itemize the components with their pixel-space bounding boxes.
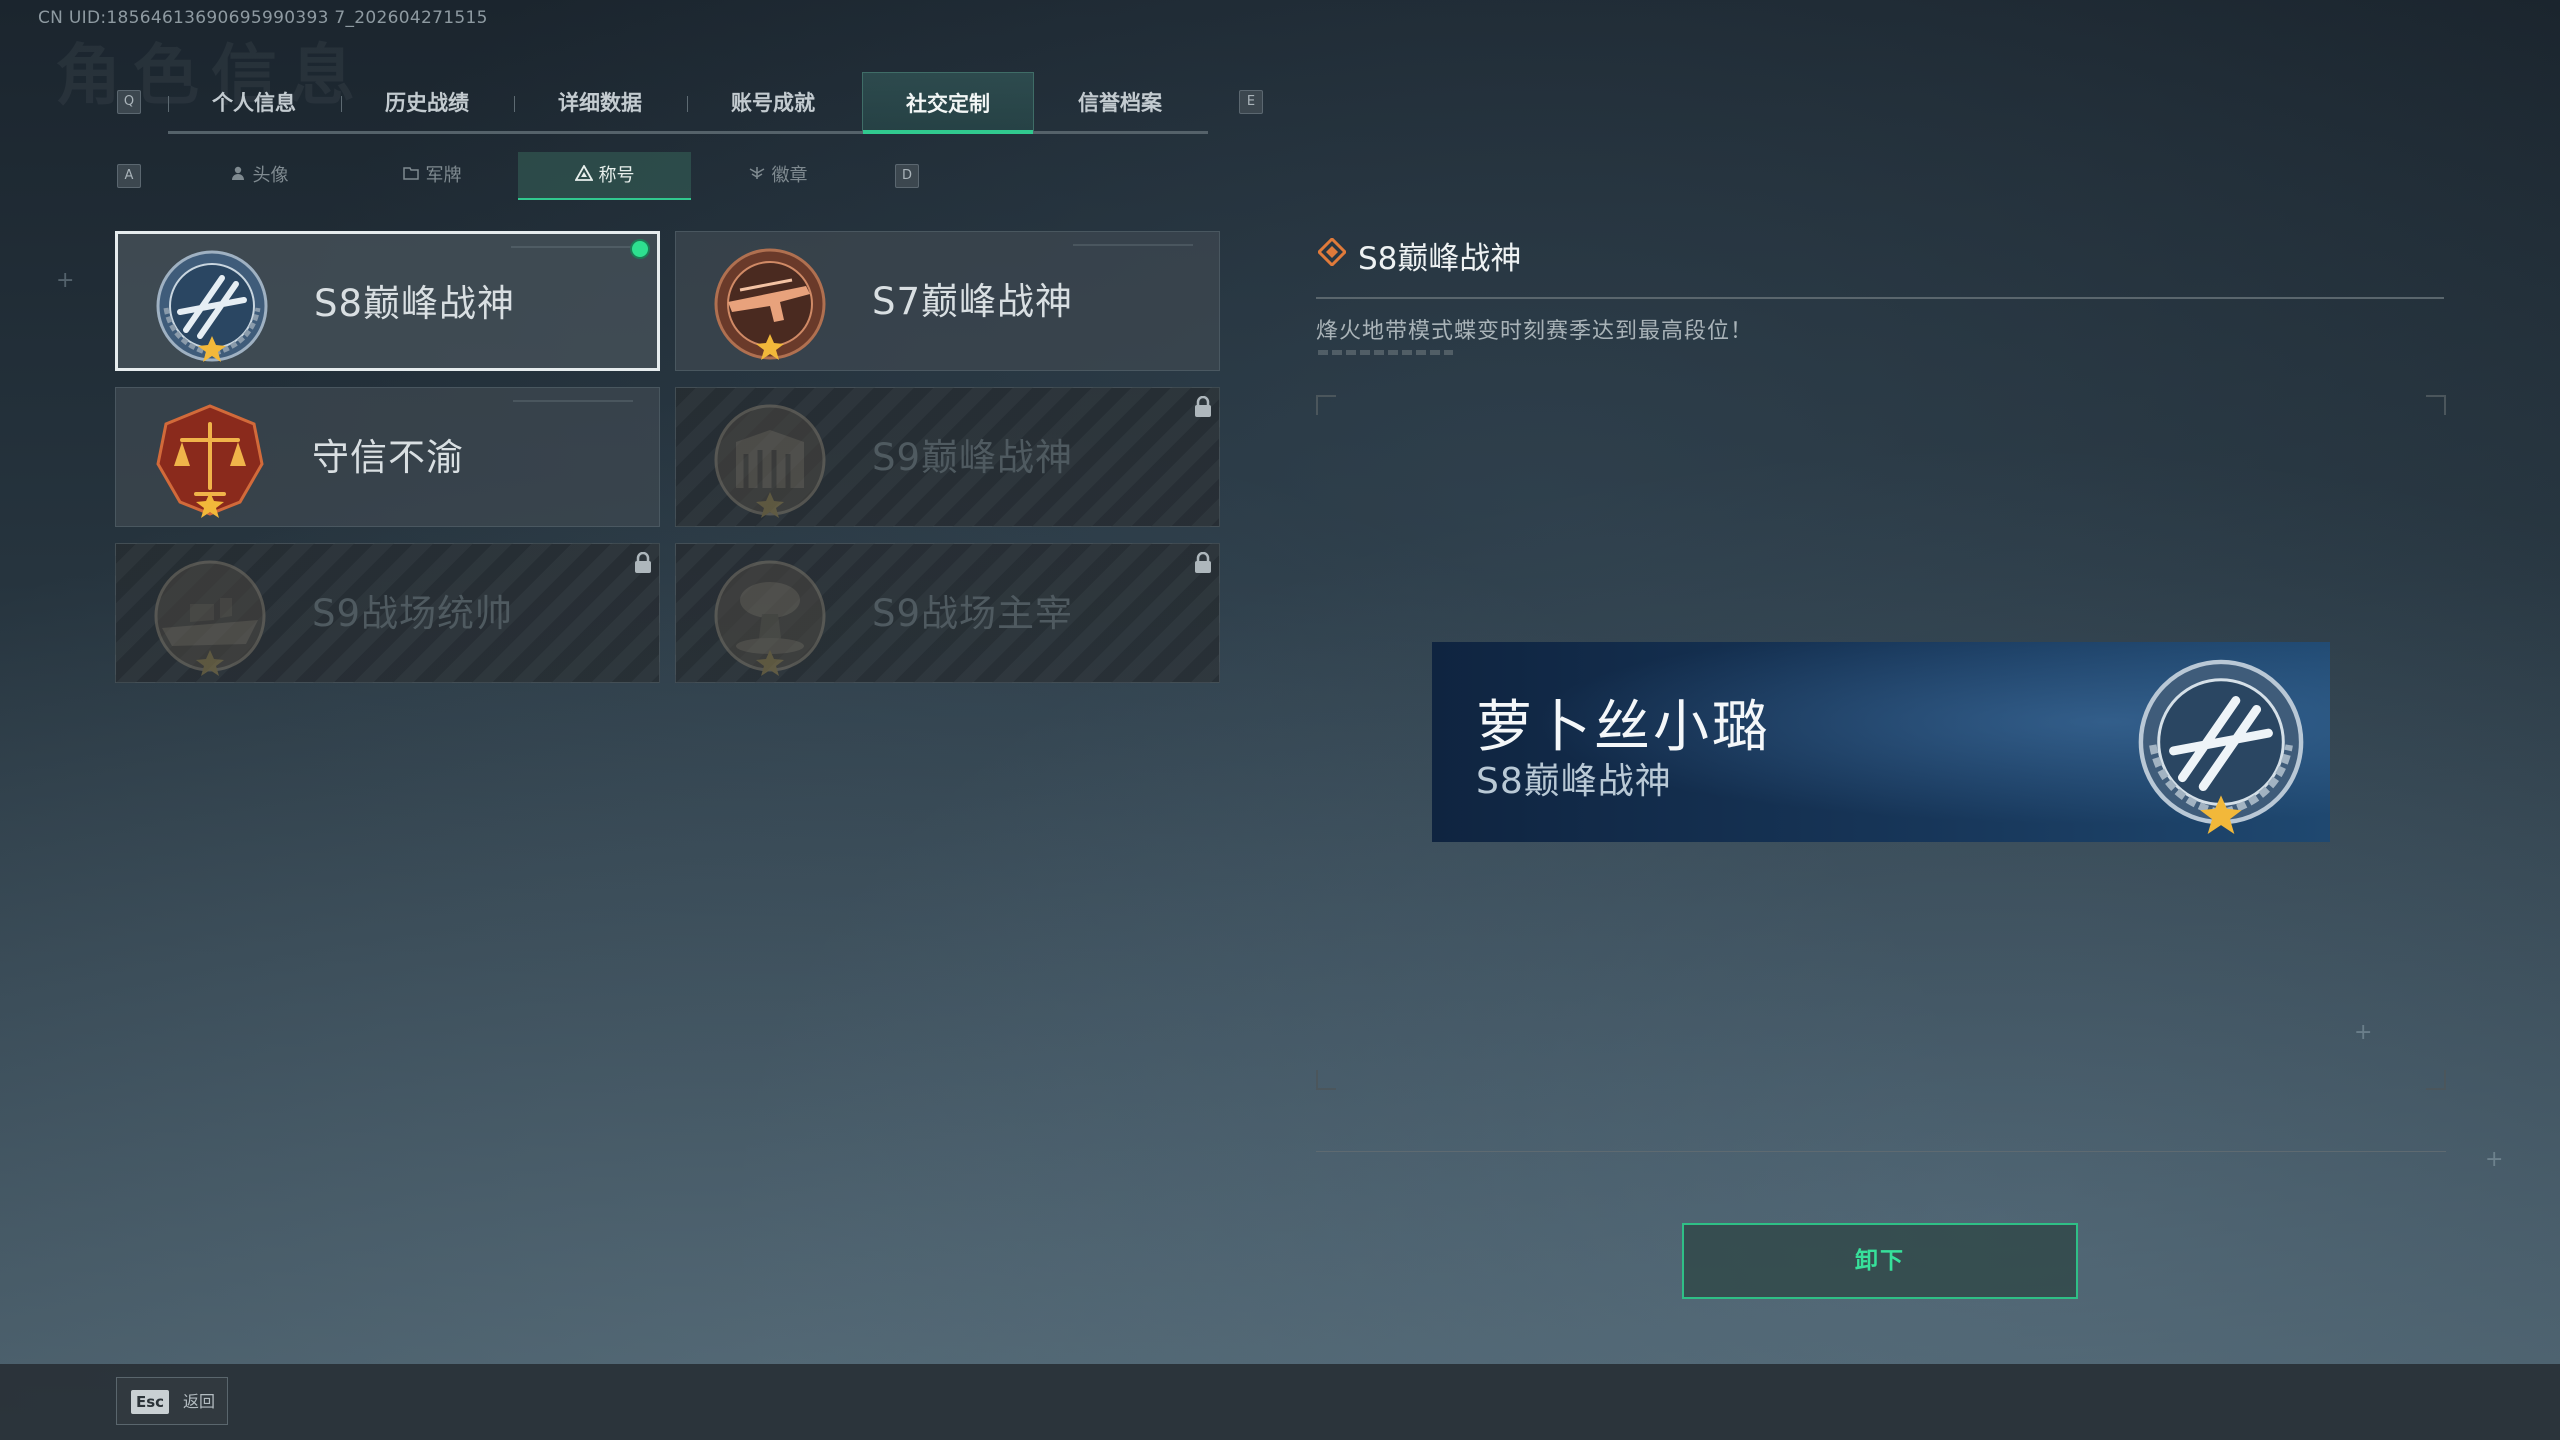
frame-corner bbox=[2426, 1070, 2446, 1090]
badge-wings-icon bbox=[749, 167, 764, 179]
tab-detailed-data[interactable]: 详细数据 bbox=[514, 72, 686, 134]
tab-personal-info[interactable]: 个人信息 bbox=[168, 72, 340, 134]
title-card-name: S7巅峰战神 bbox=[872, 280, 1074, 323]
back-label: 返回 bbox=[183, 1392, 216, 1411]
title-diamond-icon bbox=[1318, 238, 1346, 266]
lock-icon bbox=[635, 552, 651, 573]
tab-social-customization[interactable]: 社交定制 bbox=[862, 72, 1034, 134]
key-hint-d: D bbox=[895, 164, 919, 188]
scales-emblem-icon bbox=[156, 404, 264, 518]
title-card-s9-peak[interactable]: S9巅峰战神 bbox=[675, 387, 1220, 527]
plus-decoration: + bbox=[56, 268, 75, 293]
key-hint-q: Q bbox=[117, 90, 141, 114]
panel-divider bbox=[1316, 1151, 2446, 1152]
tab-match-history[interactable]: 历史战绩 bbox=[341, 72, 513, 134]
sub-tab-bar: 头像 军牌 称号 徽章 bbox=[172, 152, 862, 200]
s7-rifle-emblem-icon bbox=[714, 248, 826, 360]
s8-laurel-emblem-icon bbox=[156, 250, 268, 362]
title-card-name: S8巅峰战神 bbox=[314, 282, 516, 325]
subtab-title[interactable]: 称号 bbox=[518, 152, 691, 200]
s9-fortress-emblem-icon bbox=[714, 404, 826, 518]
title-card-name: S9战场主宰 bbox=[872, 592, 1074, 635]
plus-decoration: + bbox=[2485, 1147, 2504, 1172]
esc-key-cap: Esc bbox=[131, 1390, 169, 1414]
key-hint-a: A bbox=[117, 164, 141, 188]
detail-title: S8巅峰战神 bbox=[1358, 241, 1522, 277]
lock-icon bbox=[1195, 552, 1211, 573]
preview-player-name: 萝卜丝小璐 bbox=[1476, 695, 1771, 760]
subtab-dogtag[interactable]: 军牌 bbox=[345, 152, 518, 200]
title-preview-banner: 萝卜丝小璐 S8巅峰战神 bbox=[1432, 642, 2330, 842]
preview-title: S8巅峰战神 bbox=[1476, 761, 1672, 802]
title-card-name: 守信不渝 bbox=[312, 436, 464, 479]
frame-corner bbox=[1316, 1070, 1336, 1090]
card-decoration bbox=[513, 400, 633, 402]
detail-decoration bbox=[1318, 350, 1453, 355]
key-hint-e: E bbox=[1239, 90, 1263, 114]
detail-description: 烽火地带模式蝶变时刻赛季达到最高段位！ bbox=[1316, 319, 1754, 344]
uid-label: CN UID:18564613690695990393 7_2026042715… bbox=[38, 8, 488, 28]
title-card-s8-peak[interactable]: S8巅峰战神 bbox=[115, 231, 660, 371]
plus-decoration: + bbox=[2354, 1020, 2373, 1045]
equipped-indicator-icon bbox=[630, 239, 650, 259]
subtab-avatar[interactable]: 头像 bbox=[172, 152, 345, 200]
lock-icon bbox=[1195, 396, 1211, 417]
tab-credit-record[interactable]: 信誉档案 bbox=[1034, 72, 1206, 134]
dogtag-icon bbox=[402, 167, 419, 180]
title-card-trustworthy[interactable]: 守信不渝 bbox=[115, 387, 660, 527]
person-icon bbox=[231, 166, 244, 180]
subtab-badge[interactable]: 徽章 bbox=[691, 152, 864, 200]
frame-corner bbox=[1316, 395, 1336, 415]
title-card-s7-peak[interactable]: S7巅峰战神 bbox=[675, 231, 1220, 371]
detail-divider bbox=[1316, 297, 2444, 299]
tab-achievements[interactable]: 账号成就 bbox=[687, 72, 859, 134]
title-triangle-icon bbox=[574, 165, 593, 181]
title-card-name: S9战场统帅 bbox=[312, 592, 514, 635]
title-card-s9-commander[interactable]: S9战场统帅 bbox=[115, 543, 660, 683]
card-decoration bbox=[511, 246, 631, 248]
s8-laurel-emblem-icon bbox=[2138, 659, 2304, 834]
main-tab-bar: 个人信息 历史战绩 详细数据 账号成就 社交定制 信誉档案 bbox=[168, 72, 1208, 134]
unequip-button[interactable]: 卸下 bbox=[1682, 1223, 2078, 1299]
title-card-name: S9巅峰战神 bbox=[872, 436, 1074, 479]
frame-corner bbox=[2426, 395, 2446, 415]
footer-bar bbox=[0, 1364, 2560, 1440]
card-decoration bbox=[1073, 244, 1193, 246]
warship-emblem-icon bbox=[154, 560, 266, 676]
mushroom-cloud-emblem-icon bbox=[714, 560, 826, 676]
back-button[interactable]: Esc 返回 bbox=[116, 1377, 228, 1425]
title-card-s9-dominator[interactable]: S9战场主宰 bbox=[675, 543, 1220, 683]
